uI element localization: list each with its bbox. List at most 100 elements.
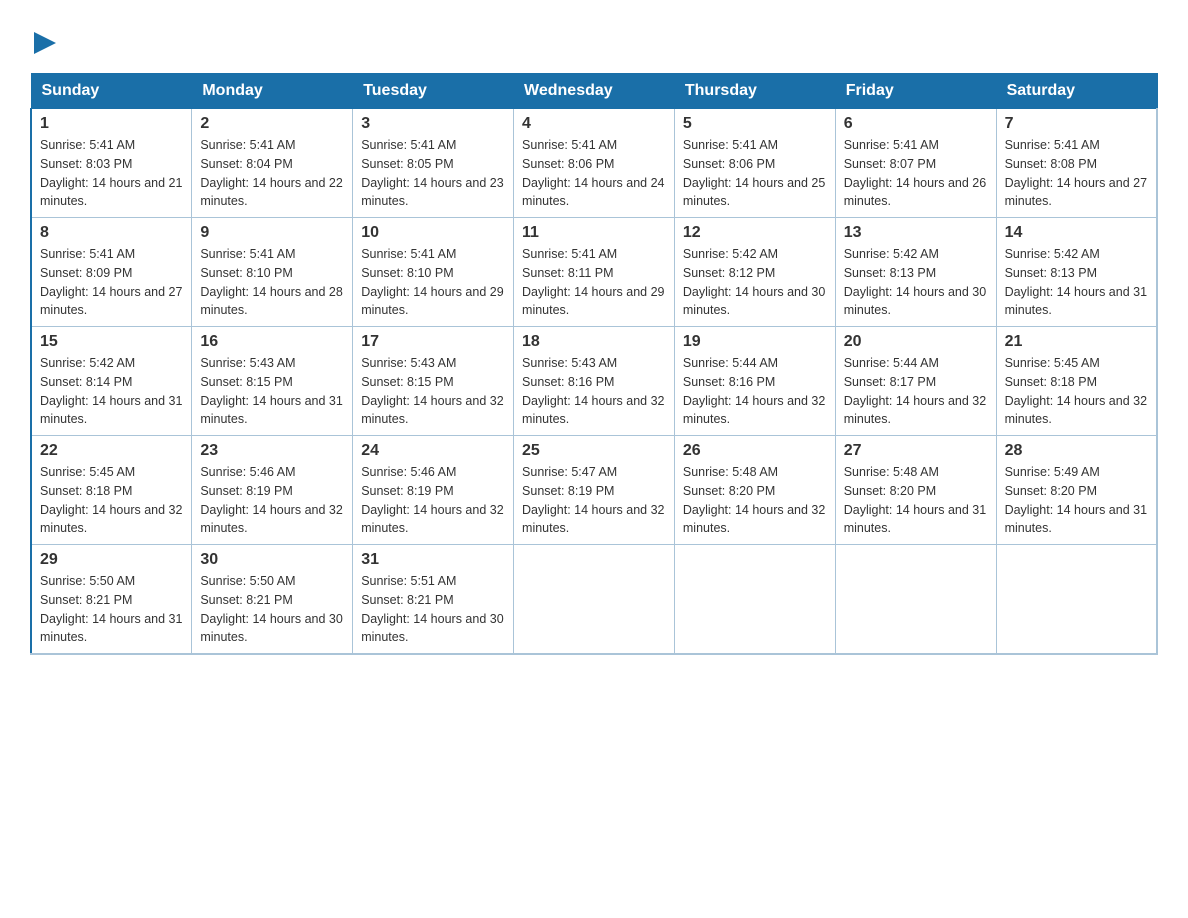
day-info: Sunrise: 5:50 AM Sunset: 8:21 PM Dayligh… <box>200 572 344 647</box>
daylight-label: Daylight: 14 hours and 32 minutes. <box>40 503 182 536</box>
sunset-label: Sunset: 8:21 PM <box>200 593 292 607</box>
day-info: Sunrise: 5:43 AM Sunset: 8:15 PM Dayligh… <box>361 354 505 429</box>
day-info: Sunrise: 5:41 AM Sunset: 8:03 PM Dayligh… <box>40 136 183 211</box>
day-info: Sunrise: 5:41 AM Sunset: 8:10 PM Dayligh… <box>200 245 344 320</box>
day-number: 23 <box>200 442 344 460</box>
sunset-label: Sunset: 8:19 PM <box>522 484 614 498</box>
sunrise-label: Sunrise: 5:50 AM <box>200 574 295 588</box>
daylight-label: Daylight: 14 hours and 21 minutes. <box>40 176 182 209</box>
day-number: 26 <box>683 442 827 460</box>
sunrise-label: Sunrise: 5:45 AM <box>40 465 135 479</box>
calendar-cell: 10 Sunrise: 5:41 AM Sunset: 8:10 PM Dayl… <box>353 218 514 327</box>
day-number: 9 <box>200 224 344 242</box>
day-number: 20 <box>844 333 988 351</box>
day-info: Sunrise: 5:48 AM Sunset: 8:20 PM Dayligh… <box>683 463 827 538</box>
daylight-label: Daylight: 14 hours and 31 minutes. <box>844 503 986 536</box>
calendar-cell: 5 Sunrise: 5:41 AM Sunset: 8:06 PM Dayli… <box>674 109 835 218</box>
calendar-week-row: 22 Sunrise: 5:45 AM Sunset: 8:18 PM Dayl… <box>31 436 1157 545</box>
daylight-label: Daylight: 14 hours and 31 minutes. <box>1005 285 1147 318</box>
day-number: 7 <box>1005 115 1148 133</box>
calendar-cell: 3 Sunrise: 5:41 AM Sunset: 8:05 PM Dayli… <box>353 109 514 218</box>
calendar-cell: 18 Sunrise: 5:43 AM Sunset: 8:16 PM Dayl… <box>514 327 675 436</box>
sunset-label: Sunset: 8:18 PM <box>40 484 132 498</box>
daylight-label: Daylight: 14 hours and 30 minutes. <box>844 285 986 318</box>
daylight-label: Daylight: 14 hours and 32 minutes. <box>1005 394 1147 427</box>
day-info: Sunrise: 5:44 AM Sunset: 8:16 PM Dayligh… <box>683 354 827 429</box>
day-number: 13 <box>844 224 988 242</box>
sunrise-label: Sunrise: 5:41 AM <box>40 247 135 261</box>
daylight-label: Daylight: 14 hours and 31 minutes. <box>200 394 342 427</box>
calendar-week-row: 15 Sunrise: 5:42 AM Sunset: 8:14 PM Dayl… <box>31 327 1157 436</box>
sunrise-label: Sunrise: 5:43 AM <box>200 356 295 370</box>
sunset-label: Sunset: 8:04 PM <box>200 157 292 171</box>
calendar-cell: 17 Sunrise: 5:43 AM Sunset: 8:15 PM Dayl… <box>353 327 514 436</box>
logo <box>30 20 56 63</box>
daylight-label: Daylight: 14 hours and 30 minutes. <box>683 285 825 318</box>
calendar-cell: 23 Sunrise: 5:46 AM Sunset: 8:19 PM Dayl… <box>192 436 353 545</box>
day-info: Sunrise: 5:42 AM Sunset: 8:13 PM Dayligh… <box>844 245 988 320</box>
day-number: 3 <box>361 115 505 133</box>
calendar-table: SundayMondayTuesdayWednesdayThursdayFrid… <box>30 73 1158 655</box>
daylight-label: Daylight: 14 hours and 32 minutes. <box>844 394 986 427</box>
sunrise-label: Sunrise: 5:41 AM <box>683 138 778 152</box>
sunrise-label: Sunrise: 5:41 AM <box>522 247 617 261</box>
sunset-label: Sunset: 8:20 PM <box>683 484 775 498</box>
sunrise-label: Sunrise: 5:41 AM <box>200 138 295 152</box>
day-number: 14 <box>1005 224 1148 242</box>
day-info: Sunrise: 5:41 AM Sunset: 8:06 PM Dayligh… <box>522 136 666 211</box>
calendar-cell: 13 Sunrise: 5:42 AM Sunset: 8:13 PM Dayl… <box>835 218 996 327</box>
daylight-label: Daylight: 14 hours and 32 minutes. <box>522 394 664 427</box>
day-info: Sunrise: 5:50 AM Sunset: 8:21 PM Dayligh… <box>40 572 183 647</box>
sunrise-label: Sunrise: 5:43 AM <box>522 356 617 370</box>
daylight-label: Daylight: 14 hours and 32 minutes. <box>683 394 825 427</box>
sunrise-label: Sunrise: 5:41 AM <box>844 138 939 152</box>
daylight-label: Daylight: 14 hours and 32 minutes. <box>683 503 825 536</box>
calendar-cell: 24 Sunrise: 5:46 AM Sunset: 8:19 PM Dayl… <box>353 436 514 545</box>
calendar-cell: 9 Sunrise: 5:41 AM Sunset: 8:10 PM Dayli… <box>192 218 353 327</box>
day-number: 8 <box>40 224 183 242</box>
daylight-label: Daylight: 14 hours and 32 minutes. <box>361 503 503 536</box>
day-number: 16 <box>200 333 344 351</box>
daylight-label: Daylight: 14 hours and 29 minutes. <box>361 285 503 318</box>
weekday-header-monday: Monday <box>192 74 353 109</box>
calendar-cell: 12 Sunrise: 5:42 AM Sunset: 8:12 PM Dayl… <box>674 218 835 327</box>
daylight-label: Daylight: 14 hours and 32 minutes. <box>200 503 342 536</box>
sunrise-label: Sunrise: 5:44 AM <box>844 356 939 370</box>
sunset-label: Sunset: 8:15 PM <box>200 375 292 389</box>
sunrise-label: Sunrise: 5:41 AM <box>200 247 295 261</box>
sunrise-label: Sunrise: 5:44 AM <box>683 356 778 370</box>
daylight-label: Daylight: 14 hours and 28 minutes. <box>200 285 342 318</box>
sunset-label: Sunset: 8:16 PM <box>522 375 614 389</box>
sunset-label: Sunset: 8:15 PM <box>361 375 453 389</box>
daylight-label: Daylight: 14 hours and 29 minutes. <box>522 285 664 318</box>
calendar-cell: 20 Sunrise: 5:44 AM Sunset: 8:17 PM Dayl… <box>835 327 996 436</box>
weekday-header-sunday: Sunday <box>31 74 192 109</box>
weekday-header-thursday: Thursday <box>674 74 835 109</box>
day-info: Sunrise: 5:44 AM Sunset: 8:17 PM Dayligh… <box>844 354 988 429</box>
sunrise-label: Sunrise: 5:51 AM <box>361 574 456 588</box>
sunset-label: Sunset: 8:03 PM <box>40 157 132 171</box>
logo-arrow-icon <box>34 32 56 54</box>
sunset-label: Sunset: 8:10 PM <box>361 266 453 280</box>
day-number: 15 <box>40 333 183 351</box>
sunset-label: Sunset: 8:21 PM <box>40 593 132 607</box>
calendar-cell: 30 Sunrise: 5:50 AM Sunset: 8:21 PM Dayl… <box>192 545 353 655</box>
daylight-label: Daylight: 14 hours and 27 minutes. <box>1005 176 1147 209</box>
day-info: Sunrise: 5:41 AM Sunset: 8:06 PM Dayligh… <box>683 136 827 211</box>
calendar-cell <box>835 545 996 655</box>
day-info: Sunrise: 5:45 AM Sunset: 8:18 PM Dayligh… <box>40 463 183 538</box>
day-number: 4 <box>522 115 666 133</box>
day-number: 10 <box>361 224 505 242</box>
daylight-label: Daylight: 14 hours and 30 minutes. <box>361 612 503 645</box>
sunrise-label: Sunrise: 5:41 AM <box>361 247 456 261</box>
day-info: Sunrise: 5:42 AM Sunset: 8:12 PM Dayligh… <box>683 245 827 320</box>
calendar-cell <box>996 545 1157 655</box>
daylight-label: Daylight: 14 hours and 22 minutes. <box>200 176 342 209</box>
daylight-label: Daylight: 14 hours and 23 minutes. <box>361 176 503 209</box>
sunset-label: Sunset: 8:13 PM <box>1005 266 1097 280</box>
sunset-label: Sunset: 8:19 PM <box>200 484 292 498</box>
sunrise-label: Sunrise: 5:43 AM <box>361 356 456 370</box>
day-number: 31 <box>361 551 505 569</box>
calendar-body: 1 Sunrise: 5:41 AM Sunset: 8:03 PM Dayli… <box>31 109 1157 655</box>
day-info: Sunrise: 5:43 AM Sunset: 8:16 PM Dayligh… <box>522 354 666 429</box>
